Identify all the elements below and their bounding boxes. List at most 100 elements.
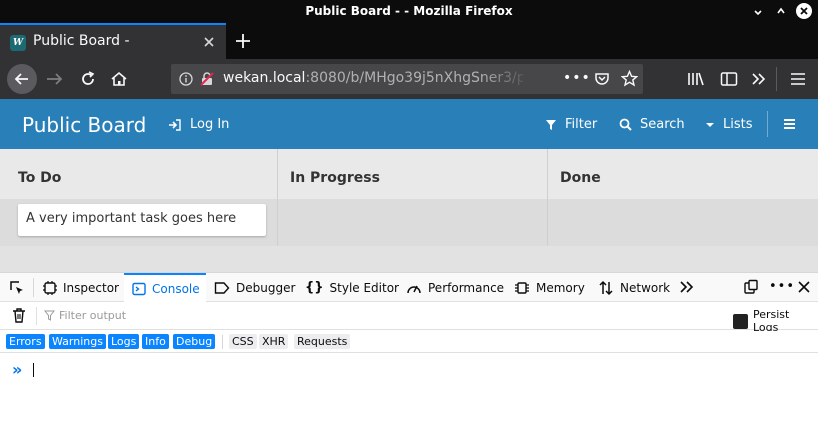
list-title[interactable]: Done — [548, 149, 818, 199]
chip-errors[interactable]: Errors — [6, 334, 45, 349]
picker-icon — [10, 281, 23, 294]
reload-button[interactable] — [78, 69, 98, 89]
tab-label: Network — [620, 280, 671, 295]
list-body: A very important task goes here — [0, 199, 277, 246]
chip-warnings[interactable]: Warnings — [49, 334, 106, 349]
login-link[interactable]: Log In — [168, 117, 229, 132]
url-fade — [481, 64, 531, 94]
url-host: wekan.local — [223, 70, 306, 86]
lists-view-button[interactable]: Lists — [705, 117, 753, 132]
chip-debug[interactable]: Debug — [173, 334, 216, 349]
home-button[interactable] — [109, 69, 129, 89]
filter-button[interactable]: Filter — [545, 117, 597, 132]
devtools-toolbar: Inspector Console Debugger {} Style Edit… — [0, 272, 818, 302]
star-bookmark-icon[interactable] — [621, 70, 638, 87]
sidebar-button[interactable] — [719, 69, 739, 89]
plus-icon — [236, 34, 250, 48]
filter-icon — [546, 119, 556, 130]
browser-tab-active[interactable]: W Public Board - — [0, 23, 226, 59]
tab-label: Console — [152, 281, 200, 296]
reload-icon — [82, 71, 95, 85]
minimize-icon — [754, 10, 762, 16]
search-button[interactable]: Search — [619, 117, 685, 132]
memory-chip-icon — [515, 281, 529, 294]
card[interactable]: A very important task goes here — [18, 204, 266, 236]
search-label: Search — [640, 117, 685, 132]
chip-info[interactable]: Info — [142, 334, 169, 349]
search-icon — [619, 118, 632, 131]
chip-xhr[interactable]: XHR — [259, 334, 289, 349]
filter-output-input[interactable]: Filter output — [44, 309, 126, 322]
overflow-button[interactable] — [749, 69, 769, 89]
devtools-menu-icon[interactable]: ••• — [769, 279, 795, 294]
filter-icon — [44, 310, 55, 321]
tab-close-button[interactable] — [202, 35, 216, 49]
console-icon — [132, 282, 146, 295]
board-title[interactable]: Public Board — [22, 113, 146, 137]
list-in-progress: In Progress — [278, 149, 547, 246]
clear-console-button[interactable] — [11, 307, 27, 324]
back-button[interactable] — [7, 64, 37, 94]
minimize-button[interactable] — [750, 3, 766, 19]
checkbox-box[interactable] — [733, 313, 748, 329]
maximize-icon — [777, 7, 785, 14]
dock-options-button[interactable] — [743, 279, 759, 295]
chip-logs[interactable]: Logs — [108, 334, 140, 349]
info-icon[interactable] — [179, 72, 193, 86]
forward-button[interactable] — [44, 69, 64, 89]
page-actions-icon[interactable]: ••• — [563, 70, 591, 86]
list-title[interactable]: In Progress — [278, 149, 547, 199]
library-button[interactable] — [686, 69, 706, 89]
chip-requests[interactable]: Requests — [294, 334, 351, 349]
inspector-icon — [43, 280, 57, 295]
board-canvas: To Do A very important task goes here In… — [0, 149, 818, 272]
console-output[interactable]: » — [0, 353, 818, 424]
list-title[interactable]: To Do — [0, 149, 277, 199]
close-window-button[interactable] — [796, 3, 812, 19]
dock-window-icon — [744, 279, 758, 294]
insecure-lock-icon[interactable] — [199, 71, 215, 87]
tab-console[interactable]: Console — [124, 273, 206, 302]
close-icon — [800, 7, 808, 15]
home-icon — [111, 71, 127, 86]
network-arrows-icon — [599, 280, 613, 295]
window-titlebar: Public Board - - Mozilla Firefox — [0, 0, 818, 23]
chip-divider — [222, 335, 223, 349]
maximize-button[interactable] — [773, 3, 789, 19]
tab-inspector[interactable]: Inspector — [43, 273, 119, 302]
wekan-favicon-icon: W — [10, 35, 26, 51]
caret-down-icon — [706, 122, 714, 127]
close-devtools-button[interactable] — [797, 280, 811, 294]
url-text[interactable]: wekan.local:8080/b/MHgo39j5nXhgSner3/pub… — [223, 70, 523, 86]
tab-style-editor[interactable]: {} Style Editor — [305, 273, 399, 302]
app-menu-button[interactable] — [788, 69, 808, 89]
filter-divider — [36, 307, 37, 325]
element-picker-button[interactable] — [9, 280, 25, 296]
console-prompt-icon: » — [12, 360, 23, 379]
sidebar-icon — [720, 72, 738, 86]
list-todo: To Do A very important task goes here — [0, 149, 277, 246]
arrow-left-icon — [14, 73, 28, 85]
console-filter-chips: Errors Warnings Logs Info Debug CSS XHR … — [0, 331, 818, 353]
more-tools-button[interactable] — [679, 280, 695, 294]
chip-css[interactable]: CSS — [229, 334, 257, 349]
library-icon — [688, 72, 704, 86]
console-input-caret[interactable] — [33, 363, 34, 377]
new-tab-button[interactable] — [234, 32, 252, 50]
tab-network[interactable]: Network — [598, 273, 670, 302]
window-title: Public Board - - Mozilla Firefox — [305, 4, 513, 18]
tab-performance[interactable]: Performance — [406, 273, 504, 302]
pocket-icon[interactable] — [594, 71, 610, 87]
url-bar[interactable]: wekan.local:8080/b/MHgo39j5nXhgSner3/pub… — [171, 64, 643, 94]
tab-memory[interactable]: Memory — [514, 273, 585, 302]
tab-label: Memory — [536, 280, 585, 295]
board-menu-button[interactable] — [783, 118, 796, 130]
tab-label: Performance — [428, 280, 505, 295]
debugger-icon — [214, 281, 230, 294]
tab-label: Style Editor — [329, 280, 399, 295]
tab-strip: W Public Board - — [0, 23, 818, 59]
login-label: Log In — [190, 117, 230, 132]
chevrons-right-icon — [752, 73, 766, 85]
list-body — [548, 199, 818, 246]
tab-debugger[interactable]: Debugger — [214, 273, 295, 302]
